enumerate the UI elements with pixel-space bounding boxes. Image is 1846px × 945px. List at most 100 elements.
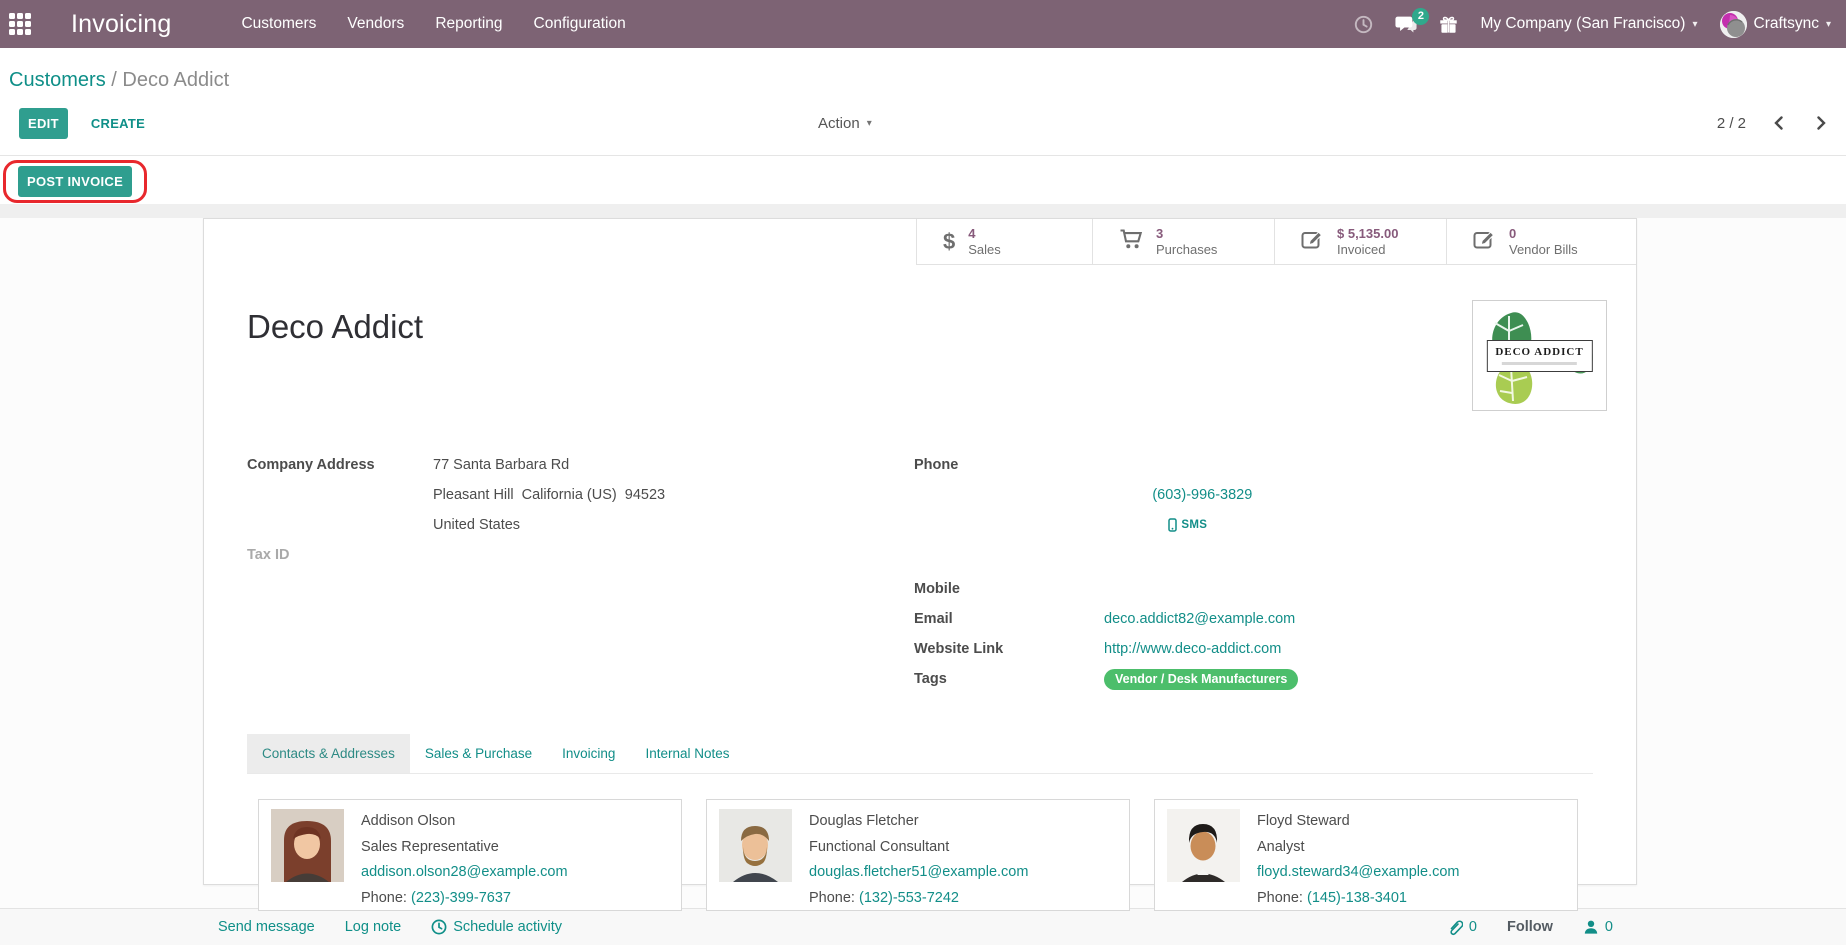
- stat-button-purchases[interactable]: 3 Purchases: [1092, 219, 1274, 265]
- user-name: Craftsync: [1754, 15, 1819, 33]
- apps-grid-icon[interactable]: [9, 13, 31, 35]
- messages-count-badge: 2: [1412, 8, 1429, 25]
- messages-icon[interactable]: 2: [1395, 15, 1417, 34]
- contact-email-link[interactable]: addison.olson28@example.com: [361, 864, 568, 880]
- contact-photo: [719, 809, 792, 882]
- contact-card-floyd-steward[interactable]: Floyd Steward Analyst floyd.steward34@ex…: [1154, 799, 1578, 911]
- vendor-bills-label: Vendor Bills: [1509, 242, 1578, 258]
- highlight-annotation: POST INVOICE: [3, 160, 147, 203]
- address-line-1: 77 Santa Barbara Rd: [433, 450, 914, 480]
- tax-id-value: [433, 540, 914, 570]
- log-note-button[interactable]: Log note: [345, 919, 401, 935]
- followers-button[interactable]: 0: [1583, 919, 1613, 935]
- phone-label: Phone: [914, 450, 1104, 574]
- dollar-sign-icon: $: [943, 231, 955, 253]
- contact-role: Sales Representative: [361, 835, 568, 861]
- mobile-value: [1104, 574, 1593, 604]
- gift-icon[interactable]: [1439, 15, 1458, 34]
- menu-vendors[interactable]: Vendors: [345, 11, 406, 37]
- schedule-activity-button[interactable]: Schedule activity: [431, 919, 562, 935]
- activities-clock-icon[interactable]: [1354, 15, 1373, 34]
- top-navbar: Invoicing Customers Vendors Reporting Co…: [0, 0, 1846, 48]
- tab-sales-purchase[interactable]: Sales & Purchase: [410, 734, 547, 773]
- pager-value: 2 / 2: [1717, 115, 1746, 132]
- post-invoice-button[interactable]: POST INVOICE: [18, 166, 132, 197]
- edit-button[interactable]: EDIT: [19, 108, 68, 139]
- email-label: Email: [914, 604, 1104, 634]
- contact-photo: [271, 809, 344, 882]
- website-link[interactable]: http://www.deco-addict.com: [1104, 641, 1281, 657]
- contact-name: Addison Olson: [361, 809, 568, 835]
- address-line-3: United States: [433, 510, 914, 540]
- contact-phone-label: Phone:: [361, 890, 407, 906]
- contact-card-douglas-fletcher[interactable]: Douglas Fletcher Functional Consultant d…: [706, 799, 1130, 911]
- tab-internal-notes[interactable]: Internal Notes: [630, 734, 744, 773]
- company-name: My Company (San Francisco): [1480, 15, 1685, 33]
- contact-phone-label: Phone:: [809, 890, 855, 906]
- action-dropdown[interactable]: Action ▾: [818, 115, 872, 132]
- pager-next-icon[interactable]: [1812, 113, 1830, 133]
- contacts-list: Addison Olson Sales Representative addis…: [258, 799, 1593, 911]
- phone-link[interactable]: (603)-996-3829: [1152, 487, 1252, 503]
- stat-button-box: $ 4 Sales 3 Purchases: [204, 219, 1636, 265]
- schedule-activity-label: Schedule activity: [453, 919, 562, 935]
- mobile-phone-icon: [1168, 518, 1177, 532]
- contact-name: Floyd Steward: [1257, 809, 1460, 835]
- contact-role: Analyst: [1257, 835, 1460, 861]
- app-name[interactable]: Invoicing: [71, 10, 171, 39]
- panel-shadow-band: [0, 204, 1846, 218]
- email-link[interactable]: deco.addict82@example.com: [1104, 611, 1295, 627]
- tab-invoicing[interactable]: Invoicing: [547, 734, 630, 773]
- sms-button[interactable]: SMS: [1168, 510, 1207, 540]
- followers-count: 0: [1605, 919, 1613, 935]
- create-button[interactable]: CREATE: [85, 115, 151, 132]
- action-label: Action: [818, 115, 860, 132]
- menu-configuration[interactable]: Configuration: [532, 11, 628, 37]
- tab-contacts-addresses[interactable]: Contacts & Addresses: [247, 734, 410, 773]
- fields-right-column: Phone (603)-996-3829 SMS Mobile Email de…: [914, 450, 1593, 694]
- company-logo-image[interactable]: DECO ADDICT: [1472, 300, 1607, 411]
- record-sheet: $ 4 Sales 3 Purchases: [203, 218, 1637, 885]
- chatter-toolbar: Send message Log note Schedule activity …: [0, 908, 1846, 945]
- contact-card-addison-olson[interactable]: Addison Olson Sales Representative addis…: [258, 799, 682, 911]
- tags-label: Tags: [914, 664, 1104, 694]
- contact-phone-label: Phone:: [1257, 890, 1303, 906]
- contact-photo: [1167, 809, 1240, 882]
- send-message-button[interactable]: Send message: [218, 919, 315, 935]
- user-menu[interactable]: Craftsync ▾: [1720, 11, 1832, 38]
- sales-label: Sales: [968, 242, 1001, 258]
- contact-email-link[interactable]: douglas.fletcher51@example.com: [809, 864, 1028, 880]
- chevron-down-icon: ▾: [1826, 19, 1831, 30]
- pager-previous-icon[interactable]: [1770, 113, 1788, 133]
- attachments-button[interactable]: 0: [1447, 919, 1477, 936]
- tag-vendor-desk-manufacturers: Vendor / Desk Manufacturers: [1104, 669, 1298, 690]
- company-switcher[interactable]: My Company (San Francisco) ▾: [1480, 15, 1697, 33]
- mobile-label: Mobile: [914, 574, 1104, 604]
- purchases-count: 3: [1156, 226, 1217, 242]
- breadcrumb-separator: /: [111, 69, 117, 91]
- clock-icon: [431, 919, 447, 935]
- stat-button-vendor-bills[interactable]: 0 Vendor Bills: [1446, 219, 1636, 265]
- breadcrumb-customers-link[interactable]: Customers: [9, 69, 106, 91]
- stat-button-invoiced[interactable]: $ 5,135.00 Invoiced: [1274, 219, 1446, 265]
- contact-phone-link[interactable]: (145)-138-3401: [1307, 890, 1407, 906]
- statusbar: POST INVOICE: [0, 156, 1846, 204]
- menu-customers[interactable]: Customers: [239, 11, 318, 37]
- menu-reporting[interactable]: Reporting: [433, 11, 504, 37]
- follow-button[interactable]: Follow: [1507, 919, 1553, 935]
- logo-tagline-line: [1502, 362, 1577, 365]
- chevron-down-icon: ▾: [867, 118, 872, 129]
- breadcrumb-current: Deco Addict: [122, 69, 229, 91]
- contact-email-link[interactable]: floyd.steward34@example.com: [1257, 864, 1460, 880]
- contact-phone-link[interactable]: (132)-553-7242: [859, 890, 959, 906]
- logo-label-box: DECO ADDICT: [1486, 340, 1592, 372]
- stat-button-sales[interactable]: $ 4 Sales: [916, 219, 1092, 265]
- attachments-count: 0: [1469, 919, 1477, 935]
- invoiced-label: Invoiced: [1337, 242, 1398, 258]
- contact-phone-link[interactable]: (223)-399-7637: [411, 890, 511, 906]
- shopping-cart-icon: [1119, 229, 1143, 255]
- purchases-label: Purchases: [1156, 242, 1217, 258]
- sales-count: 4: [968, 226, 1001, 242]
- user-avatar: [1720, 11, 1747, 38]
- tax-id-label: Tax ID: [247, 540, 433, 570]
